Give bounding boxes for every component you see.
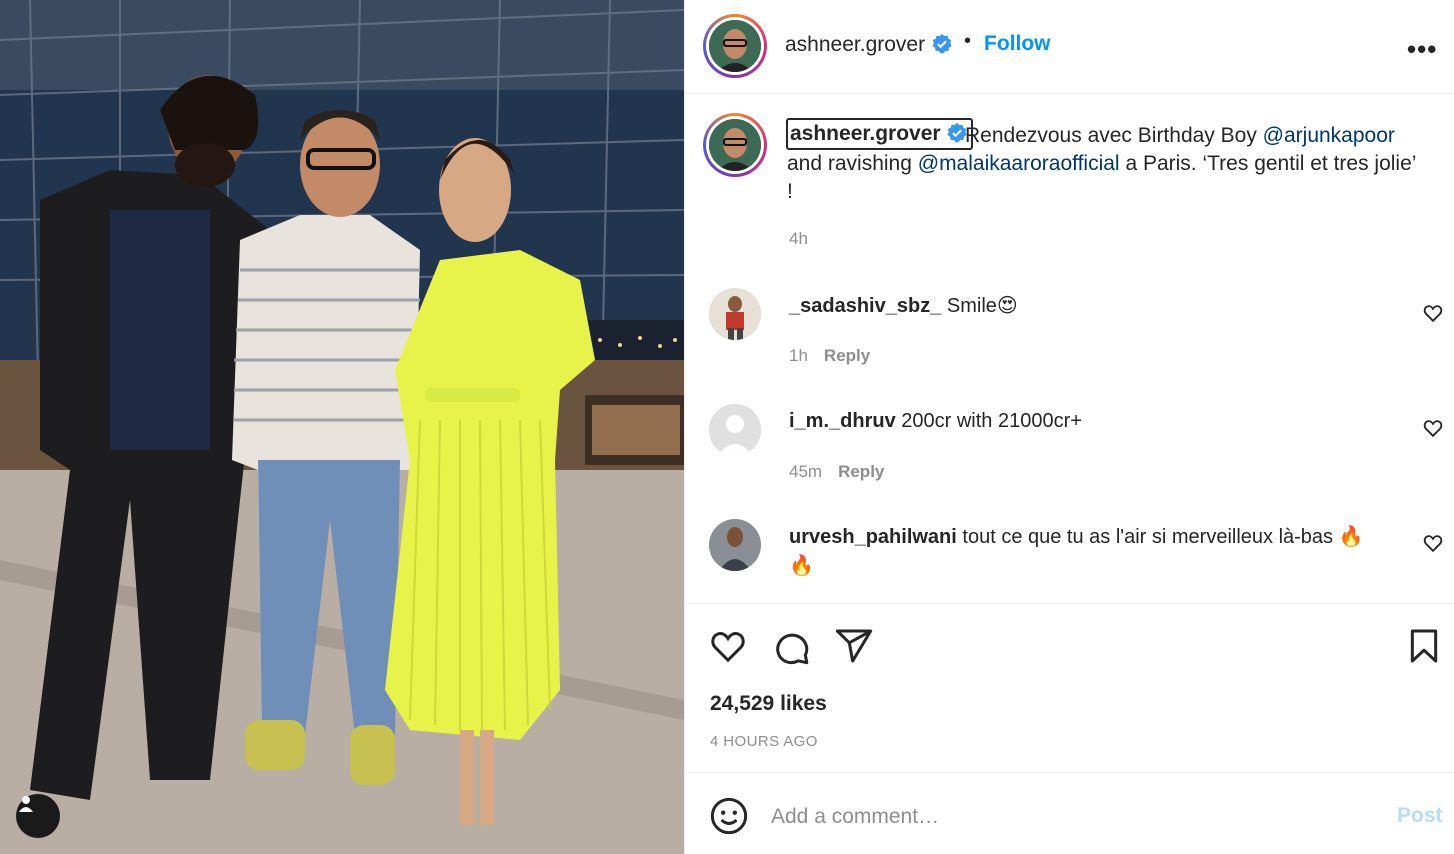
post-photo[interactable] xyxy=(0,0,684,854)
reply-button[interactable]: Reply xyxy=(824,346,870,365)
comment-username[interactable]: _sadashiv_sbz_ xyxy=(789,295,941,317)
post-comment-button[interactable]: Post xyxy=(1397,804,1443,828)
comment-icon[interactable] xyxy=(771,626,811,666)
comment-text-row: i_m._dhruv 200cr with 21000cr+ xyxy=(789,407,1409,435)
comment-like-heart-icon[interactable] xyxy=(1422,532,1444,554)
comment-text: tout ce que tu as l'air si merveilleux l… xyxy=(956,526,1339,548)
share-icon[interactable] xyxy=(834,626,874,666)
commenter-avatar-image xyxy=(709,288,761,340)
caption-part-1: Rendezvous avec Birthday Boy xyxy=(965,124,1263,147)
commenter-avatar-image xyxy=(709,519,761,571)
verified-badge-icon xyxy=(932,33,952,54)
post-timestamp[interactable]: 4 HOURS AGO xyxy=(710,733,818,750)
caption-avatar[interactable] xyxy=(703,113,767,177)
fire-emoji: 🔥 xyxy=(1338,524,1364,548)
comment-username[interactable]: i_m._dhruv xyxy=(789,410,896,432)
comment-input[interactable] xyxy=(771,802,1351,832)
comment-time[interactable]: 45m xyxy=(789,462,822,481)
author-avatar-image xyxy=(709,20,761,72)
caption-text: Rendezvous avec Birthday Boy @arjunkapoo… xyxy=(787,122,1417,206)
heart-eyes-emoji: 😍 xyxy=(996,293,1018,317)
post-header: ashneer.grover • Follow ••• xyxy=(685,0,1454,94)
comment-text-row: urvesh_pahilwani tout ce que tu as l'air… xyxy=(789,522,1409,580)
separator-dot: • xyxy=(964,30,972,52)
mention-arjunkapoor[interactable]: @arjunkapoor xyxy=(1263,124,1395,147)
comment-text: Smile xyxy=(941,295,997,317)
comment-meta: 1h Reply xyxy=(789,346,870,366)
fire-emoji: 🔥 xyxy=(789,553,814,577)
author-avatar[interactable] xyxy=(703,14,767,78)
reply-button[interactable]: Reply xyxy=(838,462,884,481)
likes-count[interactable]: 24,529 likes xyxy=(710,692,827,716)
post-actions: 24,529 likes 4 HOURS AGO xyxy=(685,603,1454,773)
user-tag-icon xyxy=(19,796,33,812)
comment-text-row: _sadashiv_sbz_ Smile😍 xyxy=(789,291,1409,320)
comment-like-heart-icon[interactable] xyxy=(1422,417,1444,439)
comment-meta: 45m Reply xyxy=(789,462,884,482)
comment-username[interactable]: urvesh_pahilwani xyxy=(789,526,957,548)
comment-time[interactable]: 1h xyxy=(789,346,808,365)
follow-button[interactable]: Follow xyxy=(984,32,1051,56)
add-comment-bar: Post xyxy=(685,774,1454,854)
more-options-icon[interactable]: ••• xyxy=(1407,34,1437,65)
author-username[interactable]: ashneer.grover xyxy=(785,33,925,56)
commenter-avatar[interactable] xyxy=(709,519,761,571)
user-tag-button[interactable] xyxy=(16,794,60,838)
bookmark-icon[interactable] xyxy=(1404,626,1444,666)
default-avatar-icon xyxy=(709,404,761,456)
heart-icon[interactable] xyxy=(708,626,748,666)
comment-text: 200cr with 21000cr+ xyxy=(895,410,1082,432)
post-side-panel: ashneer.grover • Follow ••• ashneer.grov… xyxy=(684,0,1454,854)
caption-avatar-image xyxy=(709,119,761,171)
commenter-avatar[interactable] xyxy=(709,404,761,456)
caption-part-2: and ravishing xyxy=(787,152,918,175)
author-username-row[interactable]: ashneer.grover xyxy=(785,33,953,57)
caption-timestamp[interactable]: 4h xyxy=(789,229,808,249)
post-photo-illustration xyxy=(0,0,684,854)
mention-malaikaaroraofficial[interactable]: @malaikaaroraofficial xyxy=(918,152,1120,175)
emoji-icon[interactable] xyxy=(709,796,749,836)
commenter-avatar[interactable] xyxy=(709,288,761,340)
comment-like-heart-icon[interactable] xyxy=(1422,302,1444,324)
